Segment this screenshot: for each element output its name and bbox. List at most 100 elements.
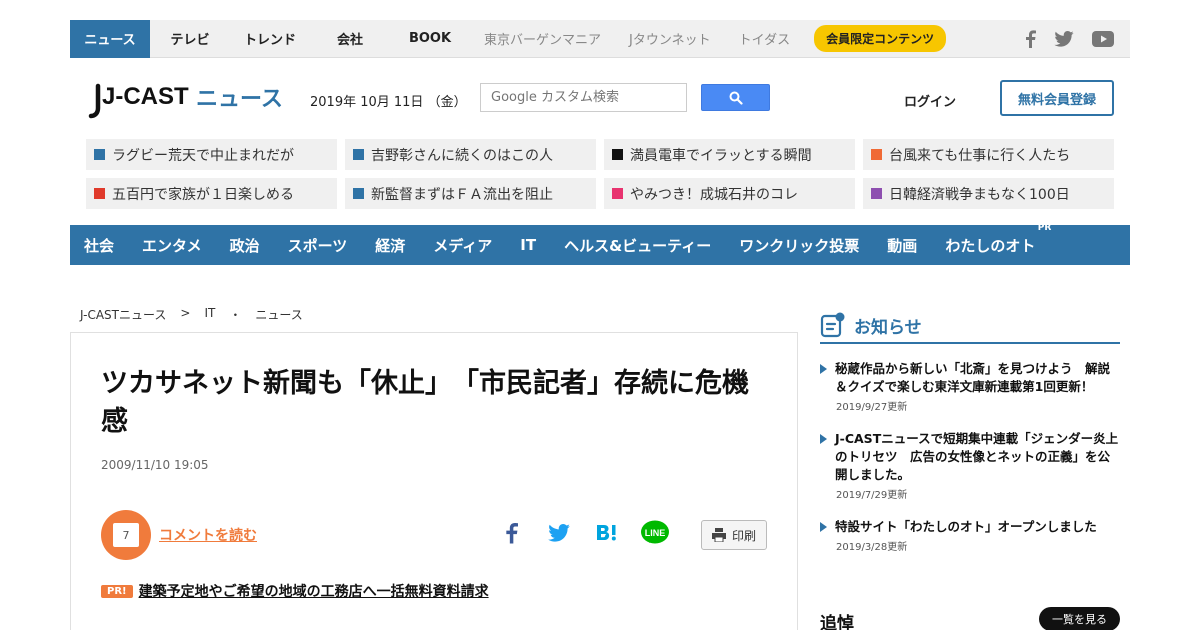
category-item[interactable]: スポーツ [288, 235, 348, 256]
pr-link[interactable]: 建築予定地やご希望の地域の工務店へ一括無料資料請求 [139, 581, 489, 601]
topic-text: 新監督まずはＦＡ流出を阻止 [371, 186, 553, 203]
register-button[interactable]: 無料会員登録 [1000, 80, 1114, 116]
share-hatena-icon[interactable] [592, 518, 622, 548]
article-headline: ツカサネット新聞も「休止」 「市民記者」存続に危機感 [101, 368, 749, 437]
category-label: 政治 [229, 236, 260, 255]
category-label: ヘルス&ビューティー [564, 236, 712, 255]
topic-text: 吉野彰さんに続くのはこの人 [371, 147, 553, 164]
print-button[interactable]: 印刷 [701, 520, 767, 550]
breadcrumb: J-CASTニュース > IT ・ ニュース [80, 306, 303, 323]
nav-company[interactable]: 会社 [310, 20, 390, 58]
comment-count: 7 [122, 528, 130, 542]
topic-text: ラグビー荒天で中止まれだが [112, 147, 294, 164]
jcast-logo[interactable]: J-CAST ニュース [86, 80, 286, 122]
comment-count-badge[interactable]: 7 [101, 510, 151, 560]
category-item[interactable]: 社会 [84, 235, 114, 256]
facebook-icon[interactable] [1024, 29, 1036, 48]
category-label: 経済 [375, 236, 406, 255]
article-card: ツカサネット新聞も「休止」 「市民記者」存続に危機感 2009/11/10 19… [70, 332, 798, 630]
category-label: わたしのオト [945, 236, 1036, 255]
topic-marker-icon [94, 149, 105, 160]
share-buttons: LINE [496, 518, 670, 548]
memorial-section-title: 追悼 [820, 614, 854, 630]
topic-link[interactable]: 新監督まずはＦＡ流出を阻止 [345, 178, 596, 209]
notice-item[interactable]: 特設サイト「わたしのオト」オープンしました 2019/3/28更新 [820, 518, 1120, 553]
topic-marker-icon [612, 149, 623, 160]
category-label: 動画 [887, 236, 918, 255]
share-line-icon[interactable]: LINE [640, 518, 670, 548]
topic-link[interactable]: やみつき！成城石井のコレ [604, 178, 855, 209]
notice-icon [820, 312, 845, 338]
category-item[interactable]: メディア [433, 235, 492, 256]
search-button[interactable] [701, 84, 770, 111]
youtube-icon[interactable] [1092, 30, 1114, 47]
category-item[interactable]: 動画 [887, 235, 917, 256]
category-item[interactable]: わたしのオト PR [945, 223, 1051, 256]
category-item[interactable]: IT [520, 236, 536, 254]
share-facebook-icon[interactable] [496, 518, 526, 548]
read-comments-link[interactable]: コメントを読む [159, 525, 257, 545]
notice-item[interactable]: J-CASTニュースで短期集中連載「ジェンダー炎上のトリセツ 広告の女性像とネッ… [820, 430, 1120, 501]
view-all-button[interactable]: 一覧を見る [1039, 607, 1120, 630]
nav-bargain-mania[interactable]: 東京バーゲンマニア [470, 20, 615, 58]
top-nav: ニュース テレビ トレンド 会社 BOOK 東京バーゲンマニア Jタウンネット … [70, 19, 1130, 58]
category-item[interactable]: 経済 [375, 235, 405, 256]
topic-marker-icon [871, 149, 882, 160]
nav-toidasu[interactable]: トイダス [725, 20, 804, 58]
category-label: IT [520, 236, 537, 254]
logo-jcast-text: J-CAST [102, 83, 189, 110]
sidebar-notice-header: お知らせ [820, 308, 1120, 344]
topic-text: 日韓経済戦争まもなく100日 [889, 186, 1070, 203]
topic-link[interactable]: 満員電車でイラッとする瞬間 [604, 139, 855, 170]
twitter-icon[interactable] [1054, 30, 1074, 47]
breadcrumb-separator: > [180, 306, 191, 320]
topic-link[interactable]: ラグビー荒天で中止まれだが [86, 139, 337, 170]
nav-tv[interactable]: テレビ [150, 20, 230, 58]
topic-link[interactable]: 吉野彰さんに続くのはこの人 [345, 139, 596, 170]
topic-marker-icon [612, 188, 623, 199]
search-input[interactable] [480, 83, 687, 112]
arrow-right-icon [820, 364, 827, 374]
category-label: 社会 [84, 236, 115, 255]
category-item[interactable]: ワンクリック投票 [739, 235, 859, 256]
category-label: エンタメ [142, 236, 202, 255]
nav-jtown[interactable]: Jタウンネット [615, 20, 725, 58]
breadcrumb-it[interactable]: IT [204, 306, 215, 323]
topic-marker-icon [353, 188, 364, 199]
pr-tag: PR! [101, 584, 133, 598]
notice-text[interactable]: 特設サイト「わたしのオト」オープンしました [835, 518, 1097, 536]
topic-marker-icon [871, 188, 882, 199]
notice-text[interactable]: 秘蔵作品から新しい「北斎」を見つけよう 解説＆クイズで楽しむ東洋文庫新連載第1回… [835, 360, 1120, 396]
topic-grid: ラグビー荒天で中止まれだが 吉野彰さんに続くのはこの人 満員電車でイラッとする瞬間 台… [86, 139, 1116, 209]
search-icon [729, 91, 743, 105]
nav-book[interactable]: BOOK [390, 20, 470, 58]
category-item[interactable]: 政治 [230, 235, 260, 256]
category-item[interactable]: エンタメ [142, 235, 202, 256]
arrow-right-icon [820, 522, 827, 532]
nav-news[interactable]: ニュース [70, 19, 150, 58]
current-date: 2019年 10月 11日 （金） [310, 95, 467, 110]
breadcrumb-news[interactable]: ニュース [255, 306, 302, 323]
category-nav: 社会 エンタメ 政治 スポーツ 経済 メディア IT ヘルス&ビューティー ワンクリック投票 動画… [70, 223, 1130, 265]
breadcrumb-separator: ・ [229, 308, 242, 322]
pr-row: PR! 建築予定地やご希望の地域の工務店へ一括無料資料請求 [101, 581, 489, 601]
topic-link[interactable]: 五百円で家族が１日楽しめる [86, 178, 337, 209]
category-item[interactable]: ヘルス&ビューティー [564, 235, 711, 256]
login-link[interactable]: ログイン [904, 91, 956, 110]
sidebar-title: お知らせ [854, 317, 922, 338]
svg-text:LINE: LINE [645, 528, 666, 538]
social-links [1024, 29, 1130, 48]
pr-badge: PR [1037, 222, 1052, 233]
breadcrumb-home[interactable]: J-CASTニュース [80, 306, 166, 323]
topic-marker-icon [94, 188, 105, 199]
notice-date: 2019/7/29更新 [836, 490, 908, 501]
topic-link[interactable]: 日韓経済戦争まもなく100日 [863, 178, 1114, 209]
member-content-button[interactable]: 会員限定コンテンツ [814, 25, 947, 52]
share-twitter-icon[interactable] [544, 518, 574, 548]
nav-trend[interactable]: トレンド [230, 20, 310, 58]
notice-text[interactable]: J-CASTニュースで短期集中連載「ジェンダー炎上のトリセツ 広告の女性像とネッ… [835, 430, 1120, 484]
topic-link[interactable]: 台風来ても仕事に行く人たち [863, 139, 1114, 170]
notice-item[interactable]: 秘蔵作品から新しい「北斎」を見つけよう 解説＆クイズで楽しむ東洋文庫新連載第1回… [820, 360, 1120, 413]
topic-text: やみつき！成城石井のコレ [630, 186, 798, 203]
topic-text: 五百円で家族が１日楽しめる [112, 186, 294, 203]
